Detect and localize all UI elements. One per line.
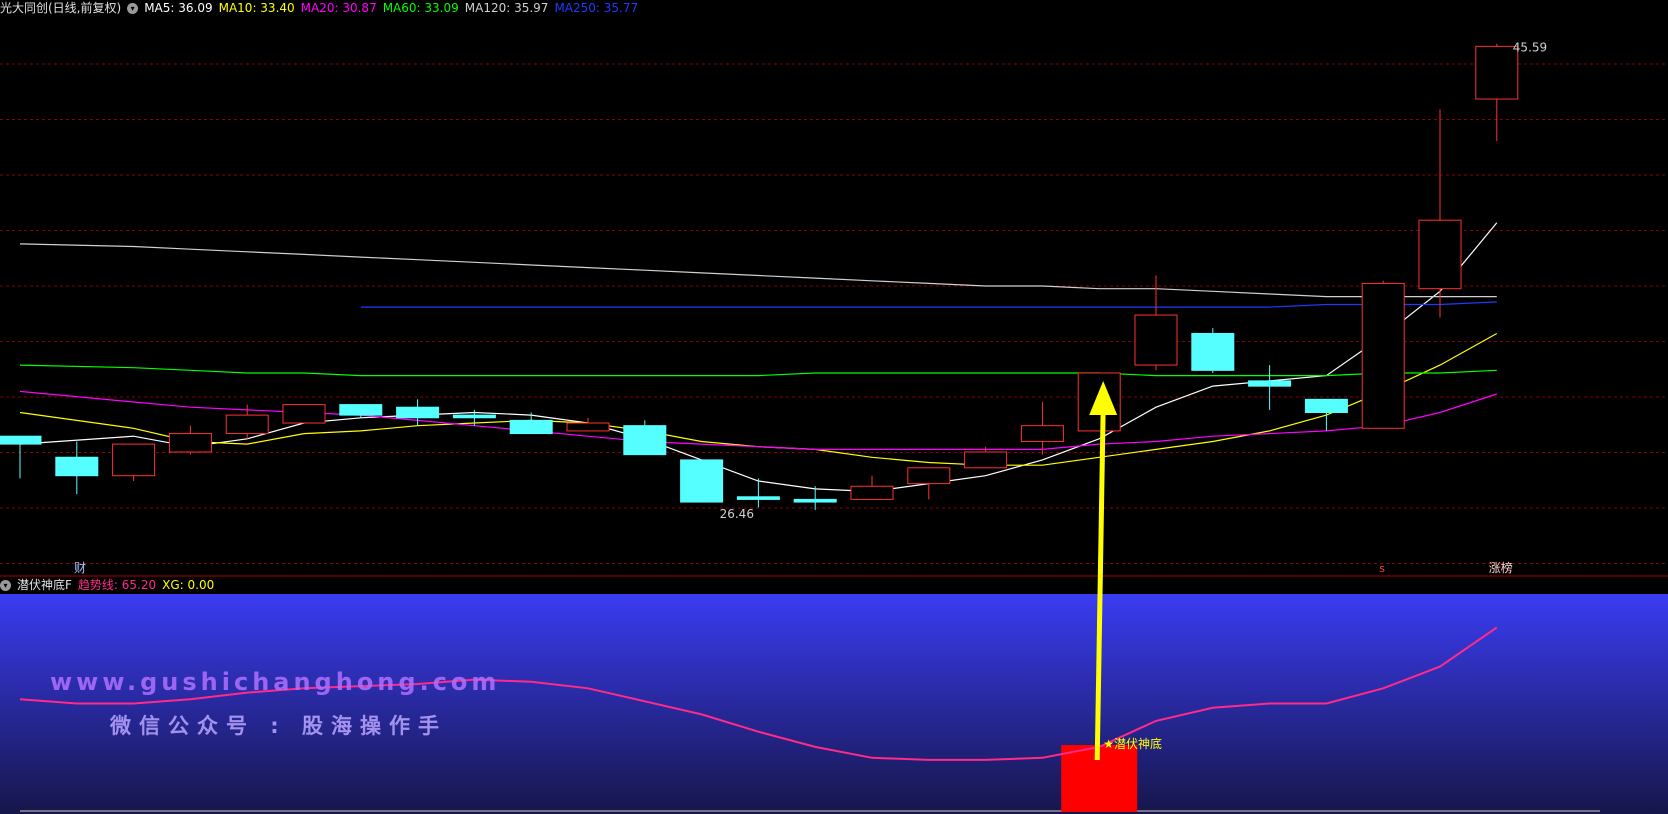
s-marker[interactable]: s <box>1379 562 1385 575</box>
signal-label: ★潜伏神底 <box>1103 736 1162 751</box>
watermark-url: www.gushichanghong.com <box>50 668 501 696</box>
candle-body <box>736 496 780 500</box>
candle-body <box>1248 380 1292 387</box>
trend-line-label: 趋势线: 65.20 <box>77 578 157 592</box>
ma5-line <box>19 222 1498 493</box>
candle-body <box>964 451 1008 469</box>
candle-body <box>225 414 269 435</box>
indicator-title: 潜伏神底F <box>17 578 72 592</box>
indicator-header: ▾ 潜伏神底F 趋势线: 65.20 XG: 0.00 <box>0 577 214 593</box>
candle-body <box>112 443 156 477</box>
collapse-icon[interactable]: ▾ <box>0 579 11 591</box>
candle-body <box>623 425 667 456</box>
ma120-line <box>19 243 1497 298</box>
candle-body <box>907 467 951 485</box>
ma10-line <box>19 332 1498 466</box>
candlesticks <box>0 43 1519 510</box>
candle-body <box>1418 219 1462 290</box>
candle-body <box>339 404 383 416</box>
price-grid <box>0 63 1668 564</box>
candle-body <box>55 456 99 477</box>
finance-marker[interactable]: 财 <box>74 561 86 575</box>
candle-body <box>282 404 326 424</box>
candle-body <box>1475 45 1519 100</box>
ma60-line <box>19 364 1497 377</box>
high-price-label: 45.59 <box>1513 41 1547 55</box>
xg-label: XG: 0.00 <box>162 578 215 592</box>
candle-body <box>1191 332 1235 371</box>
candle-body <box>850 485 894 500</box>
candle-body <box>566 422 610 432</box>
candle-body <box>168 433 212 453</box>
candle-body <box>680 459 724 503</box>
candle-body <box>1361 282 1405 429</box>
moving-average-lines <box>19 222 1498 493</box>
zhangbang-marker[interactable]: 涨榜 <box>1489 560 1513 575</box>
candle-body <box>1020 425 1064 442</box>
candle-body <box>1304 398 1348 413</box>
candle-body <box>793 498 837 503</box>
watermark-wechat: 微信公众号 : 股海操作手 <box>110 714 448 738</box>
candle-body <box>1134 314 1178 366</box>
low-price-label: 26.46 <box>720 507 754 521</box>
ma250-line <box>360 301 1497 308</box>
candle-body <box>0 435 42 445</box>
candle-body <box>509 419 553 435</box>
candle-body <box>396 406 440 419</box>
indicator-background <box>0 594 1668 814</box>
candle-body <box>452 414 496 419</box>
